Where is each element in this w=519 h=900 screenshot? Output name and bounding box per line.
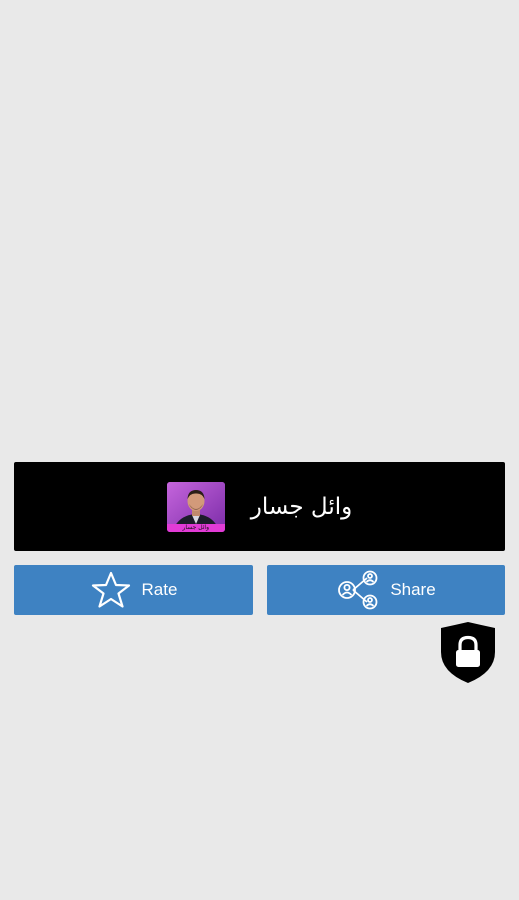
lock-shield-icon[interactable]: [437, 622, 499, 684]
share-network-icon: [336, 570, 380, 610]
app-banner[interactable]: وائل جسار وائل جسار: [14, 462, 505, 551]
rate-button[interactable]: Rate: [14, 565, 253, 615]
share-label: Share: [390, 580, 436, 599]
rate-label: Rate: [141, 580, 178, 599]
thumbnail-caption: وائل جسار: [182, 523, 209, 531]
share-button[interactable]: Share: [267, 565, 505, 615]
app-thumbnail: وائل جسار: [166, 481, 225, 532]
banner-title: وائل جسار: [250, 493, 353, 520]
star-icon: [90, 571, 132, 609]
